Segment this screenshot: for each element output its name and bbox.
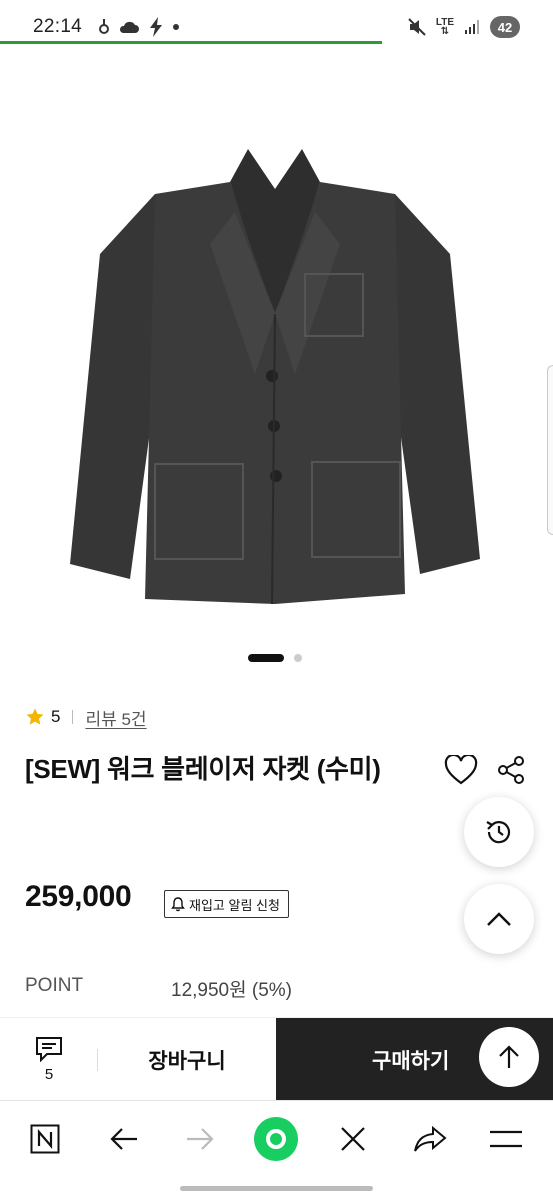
sync-icon <box>99 19 109 34</box>
cart-button[interactable]: 장바구니 <box>98 1018 276 1101</box>
status-bar: 22:14 LTE ⇅ 42 <box>0 0 553 44</box>
forward-button[interactable] <box>176 1115 224 1163</box>
forward-share-button[interactable] <box>406 1115 454 1163</box>
restock-label: 재입고 알림 신청 <box>189 897 280 913</box>
back-button[interactable] <box>100 1115 148 1163</box>
history-icon <box>486 821 511 844</box>
edge-panel-handle[interactable] <box>547 365 553 535</box>
dot-icon <box>173 24 179 30</box>
carousel-dot <box>294 654 302 662</box>
rating-value: 5 <box>51 707 61 726</box>
browser-toolbar <box>0 1100 553 1178</box>
carousel-indicator <box>248 654 302 662</box>
status-icons-right: LTE ⇅ 42 <box>408 15 520 39</box>
chevron-up-icon <box>487 912 511 926</box>
carousel-dot-active <box>248 654 284 662</box>
recent-history-button[interactable] <box>464 797 534 867</box>
close-icon <box>341 1127 365 1151</box>
divider <box>72 710 74 724</box>
hamburger-icon <box>490 1130 522 1148</box>
naver-icon <box>30 1124 60 1154</box>
green-circle-icon <box>254 1117 298 1161</box>
comment-count: 5 <box>44 1066 54 1083</box>
charging-icon <box>150 17 162 37</box>
status-icons-left <box>98 16 180 38</box>
menu-button[interactable] <box>482 1115 530 1163</box>
rating-row: 5 리뷰 5건 <box>25 705 147 729</box>
point-value: 12,950원 (5%) <box>171 980 292 1001</box>
signal-icon <box>465 20 479 34</box>
mute-icon <box>408 18 426 36</box>
purchase-bar: 5 장바구니 구매하기 <box>0 1017 553 1101</box>
battery-indicator: 42 <box>490 16 520 38</box>
point-label: POINT <box>25 975 84 996</box>
bell-icon <box>171 896 185 911</box>
review-link[interactable]: 리뷰 5건 <box>85 705 146 730</box>
point-row: POINT 12,950원 (5%) <box>25 975 325 1001</box>
heart-icon <box>444 755 478 785</box>
arrow-left-icon <box>110 1128 137 1150</box>
product-price: 259,000 <box>25 880 132 913</box>
network-label: LTE ⇅ <box>435 17 454 37</box>
share-icon <box>498 756 524 784</box>
comment-button[interactable]: 5 <box>0 1018 98 1101</box>
arrow-up-icon <box>499 1045 519 1068</box>
star-icon <box>26 708 44 725</box>
share-button[interactable] <box>493 752 529 788</box>
scroll-up-button[interactable] <box>479 1027 539 1087</box>
product-title: [SEW] 워크 블레이저 자켓 (수미) <box>25 754 381 784</box>
product-image-carousel[interactable] <box>0 44 553 662</box>
home-indicator[interactable] <box>180 1186 373 1191</box>
comment-icon <box>36 1037 62 1062</box>
jacket-image <box>70 149 480 605</box>
restock-alert-button[interactable]: 재입고 알림 신청 <box>164 890 289 918</box>
green-dot-button[interactable] <box>252 1115 300 1163</box>
status-time: 22:14 <box>33 16 83 37</box>
wishlist-button[interactable] <box>442 752 480 788</box>
naver-home-button[interactable] <box>21 1115 69 1163</box>
cloud-icon <box>119 21 139 33</box>
share-arrow-icon <box>414 1125 447 1152</box>
scroll-top-button[interactable] <box>464 884 534 954</box>
arrow-right-icon <box>187 1128 214 1150</box>
close-button[interactable] <box>329 1115 377 1163</box>
